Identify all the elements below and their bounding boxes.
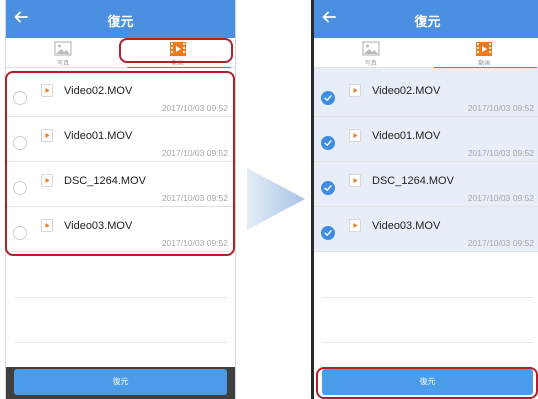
video-file-icon (349, 219, 361, 232)
file-name: Video02.MOV (372, 85, 441, 97)
file-name: Video03.MOV (372, 220, 441, 232)
divider (14, 297, 227, 298)
checkmark-icon (324, 140, 332, 146)
list-item[interactable]: DSC_1264.MOV 2017/10/03 09:52 (314, 162, 538, 207)
tab-photos-label: 写真 (57, 61, 70, 67)
selection-circle[interactable] (321, 181, 335, 195)
highlight-file-list (5, 71, 235, 256)
file-date: 2017/10/03 09:52 (467, 103, 534, 113)
file-name: DSC_1264.MOV (372, 175, 454, 187)
video-file-icon (349, 174, 361, 187)
header-title: 復元 (107, 14, 134, 29)
file-date: 2017/10/03 09:52 (467, 193, 534, 203)
tutorial-canvas: 復元 写真 動画 Video02.MOV 2017/10/03 09:52 Vi… (0, 0, 538, 399)
tab-photos-label: 写真 (364, 61, 377, 67)
highlight-restore-button (316, 367, 538, 399)
selection-circle[interactable] (321, 91, 335, 105)
bottom-bar: 復元 (6, 367, 235, 399)
tab-photos[interactable]: 写真 (314, 38, 428, 68)
video-file-icon (349, 129, 361, 142)
header-title: 復元 (414, 14, 441, 29)
checkmark-icon (324, 230, 332, 236)
app-header: 復元 (314, 0, 538, 38)
file-date: 2017/10/03 09:52 (467, 148, 534, 158)
divider (322, 297, 533, 298)
video-file-icon (349, 84, 361, 97)
media-tab-bar: 写真 動画 (314, 38, 538, 69)
selection-circle[interactable] (321, 136, 335, 150)
list-item[interactable]: Video03.MOV 2017/10/03 09:52 (314, 207, 538, 252)
checkmark-icon (324, 95, 332, 101)
phone-after: 復元 写真 動画 Video02.MOV 2017/10/03 09:52 Vi… (311, 0, 538, 399)
arrow-right-icon (247, 168, 305, 230)
divider (14, 342, 227, 343)
restore-button[interactable]: 復元 (14, 369, 227, 395)
file-name: Video01.MOV (372, 130, 441, 142)
file-list: Video02.MOV 2017/10/03 09:52 Video01.MOV… (314, 68, 538, 367)
list-item[interactable]: Video02.MOV 2017/10/03 09:52 (314, 72, 538, 117)
tab-photos[interactable]: 写真 (6, 38, 121, 68)
highlight-video-tab (119, 38, 233, 63)
film-icon (476, 42, 493, 56)
checkmark-icon (324, 185, 332, 191)
tab-videos-label: 動画 (478, 61, 491, 67)
tab-videos[interactable]: 動画 (428, 38, 538, 69)
list-item[interactable]: Video01.MOV 2017/10/03 09:52 (314, 117, 538, 162)
file-date: 2017/10/03 09:52 (467, 238, 534, 248)
app-header: 復元 (6, 0, 235, 38)
divider (322, 342, 533, 343)
image-icon (54, 41, 72, 56)
image-icon (362, 41, 380, 56)
selection-circle[interactable] (321, 226, 335, 240)
